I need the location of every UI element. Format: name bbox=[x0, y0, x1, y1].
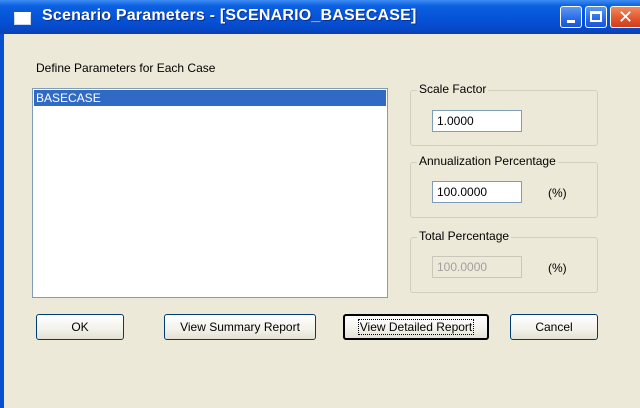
window-title: Scenario Parameters - [SCENARIO_BASECASE… bbox=[42, 7, 417, 24]
ok-button[interactable]: OK bbox=[36, 314, 124, 340]
total-percentage-unit: (%) bbox=[548, 261, 567, 275]
maximize-icon bbox=[590, 11, 602, 22]
cases-label: Define Parameters for Each Case bbox=[36, 61, 216, 75]
scenario-parameters-dialog: Scenario Parameters - [SCENARIO_BASECASE… bbox=[0, 0, 640, 408]
annualization-unit: (%) bbox=[548, 186, 567, 200]
view-detailed-report-label: View Detailed Report bbox=[357, 319, 475, 335]
list-item[interactable]: BASECASE bbox=[34, 90, 386, 106]
scale-factor-input[interactable]: 1.0000 bbox=[432, 110, 522, 132]
minimize-button[interactable] bbox=[560, 6, 582, 28]
scale-factor-label: Scale Factor bbox=[417, 82, 489, 96]
view-summary-report-button[interactable]: View Summary Report bbox=[164, 314, 316, 340]
total-percentage-label: Total Percentage bbox=[417, 229, 512, 243]
cancel-button[interactable]: Cancel bbox=[510, 314, 598, 340]
window-icon bbox=[14, 12, 31, 25]
annualization-label: Annualization Percentage bbox=[417, 154, 558, 168]
title-bar[interactable]: Scenario Parameters - [SCENARIO_BASECASE… bbox=[0, 0, 640, 34]
view-detailed-report-button[interactable]: View Detailed Report bbox=[343, 314, 489, 340]
maximize-button[interactable] bbox=[585, 6, 607, 28]
total-percentage-input: 100.0000 bbox=[432, 256, 522, 278]
close-icon: ✕ bbox=[618, 7, 634, 27]
cases-listbox[interactable]: BASECASE bbox=[32, 88, 388, 298]
close-button[interactable]: ✕ bbox=[610, 6, 640, 28]
minimize-icon bbox=[567, 20, 575, 23]
annualization-input[interactable]: 100.0000 bbox=[432, 181, 522, 203]
